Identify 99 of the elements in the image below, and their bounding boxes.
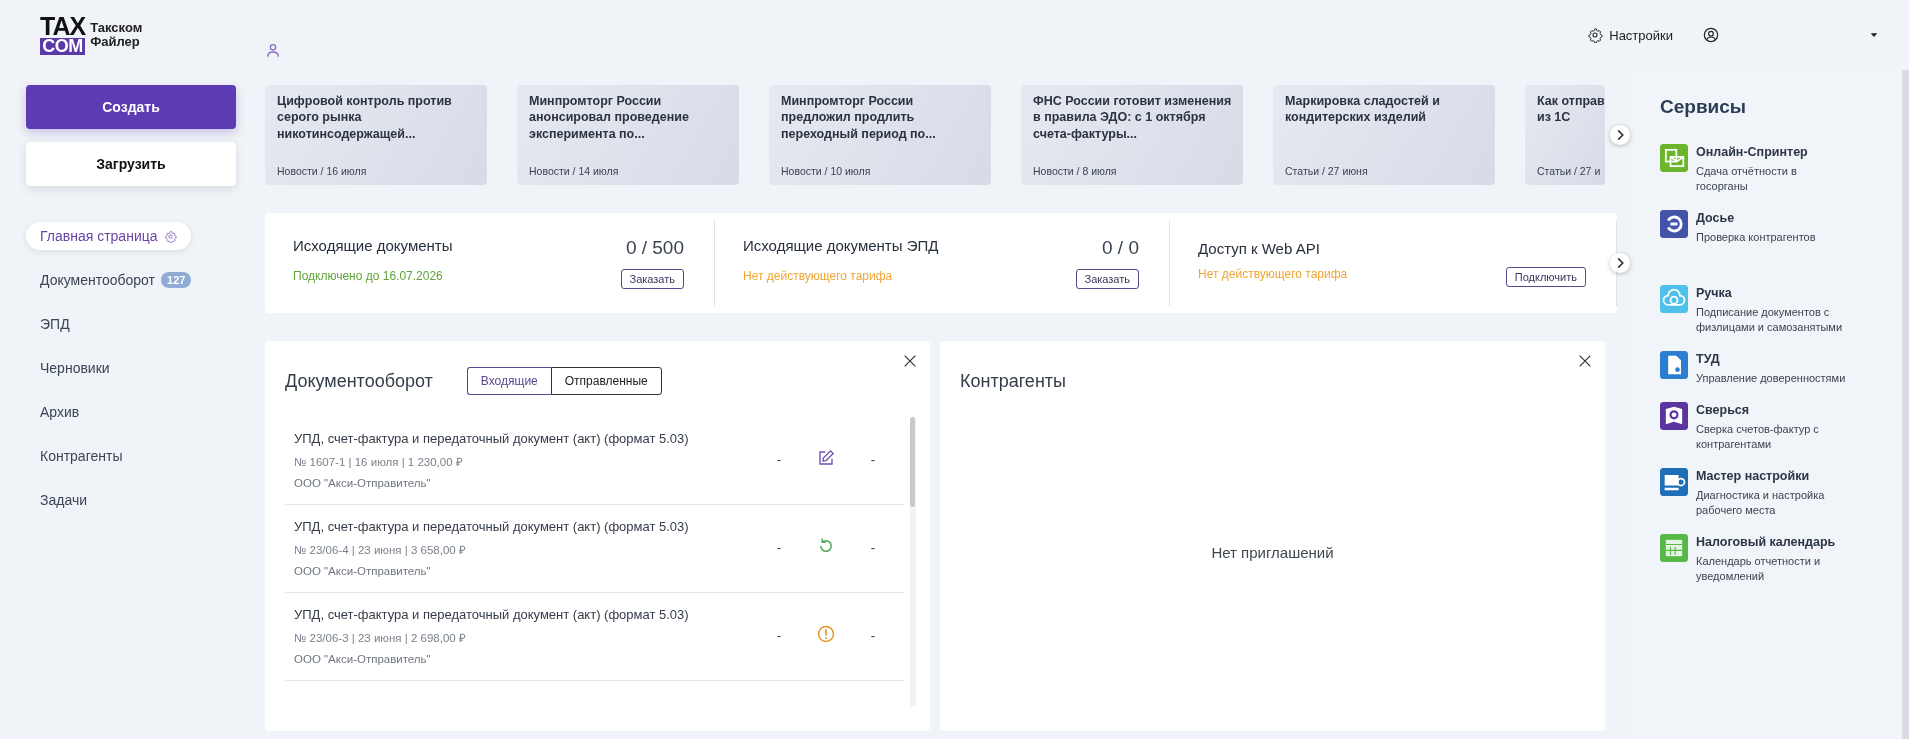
- empty-message: Нет приглашений: [1210, 543, 1335, 561]
- logo-mark: TAX COM: [40, 15, 86, 55]
- table-cell-text: -: [869, 540, 877, 555]
- news-card[interactable]: ФНС России готовит изменения в правила ЭДО: с 1 октября счета-фактуры... Новости / 8 июля: [1021, 85, 1243, 185]
- settings-icon: [1587, 27, 1604, 43]
- news-title: Минпромторг России предложил продлить переходный период по...: [781, 93, 937, 142]
- service-item[interactable]: Онлайн-Спринтер Сдача отчётности в госорганы: [1660, 144, 1882, 194]
- nav-item[interactable]: Черновики: [26, 354, 124, 382]
- close-icon[interactable]: [902, 353, 918, 369]
- product-name: Такском Файлер: [90, 20, 143, 50]
- table-cell-text: -: [775, 540, 783, 555]
- edit-icon[interactable]: [817, 449, 835, 467]
- service-name: Досье: [1696, 209, 1736, 227]
- news-title: ФНС России готовит изменения в правила ЭДО: с 1 октября счета-фактуры...: [1033, 93, 1233, 142]
- service-item[interactable]: ТУД Управление доверенностями: [1660, 350, 1882, 387]
- table-cell-text: -: [869, 628, 877, 643]
- news-title: Как отправ из 1С: [1537, 93, 1605, 126]
- news-meta: Новости / 16 июля: [277, 165, 368, 177]
- tariff-status: Нет действующего тарифа: [1198, 266, 1349, 283]
- count-badge: 127: [161, 272, 192, 288]
- document-title: УПД, счет-фактура и передаточный документ (акт) (формат 5.03): [294, 606, 690, 622]
- tariff-title: Исходящие документы: [293, 237, 454, 256]
- order-button[interactable]: Заказать: [620, 269, 684, 289]
- chevron-right-icon[interactable]: [1609, 124, 1631, 146]
- service-name: Онлайн-Спринтер: [1696, 144, 1809, 161]
- tab[interactable]: Отправленные: [550, 367, 662, 395]
- upload-button[interactable]: Загрузить: [26, 142, 236, 186]
- service-description: Проверка контрагентов: [1696, 230, 1817, 246]
- service-item[interactable]: Налоговый календарь Календарь отчетности и уведомлений: [1660, 533, 1882, 584]
- document-row[interactable]: УПД, счет-фактура и передаточный документ (акт) (формат 5.03) № 23/06-4 | 23 июня | 3 658,00 ₽ ООО "Акси-Отправитель" - -: [285, 505, 904, 593]
- order-button[interactable]: Подключить: [1505, 266, 1586, 287]
- caret-icon[interactable]: [1869, 30, 1879, 40]
- panel-title: Документооборот: [285, 370, 433, 392]
- panel-title: Контрагенты: [960, 371, 1066, 392]
- nav-item[interactable]: Задачи: [26, 486, 101, 514]
- nav-item[interactable]: Главная страница: [26, 222, 191, 250]
- section-title: Сервисы: [1660, 96, 1748, 118]
- document-sender: ООО "Акси-Отправитель": [294, 564, 432, 577]
- document-title: УПД, счет-фактура и передаточный документ (акт) (формат 5.03): [294, 518, 690, 534]
- nav-item[interactable]: ЭПД: [26, 310, 84, 338]
- document-sender: ООО "Акси-Отправитель": [294, 476, 432, 489]
- news-meta: Новости / 14 июля: [529, 165, 620, 177]
- settings-link[interactable]: Настройки: [1587, 27, 1673, 43]
- service-name: Сверься: [1696, 402, 1751, 419]
- news-meta: Новости / 10 июля: [781, 165, 872, 177]
- service-description: Календарь отчетности и уведомлений: [1696, 554, 1822, 584]
- table-cell-text: -: [869, 452, 877, 467]
- news-title: Маркировка сладостей и кондитерских изделий: [1285, 93, 1441, 126]
- usage-counter: 0 / 0: [1102, 237, 1139, 259]
- service-item[interactable]: Сверься Сверка счетов-фактур с контрагентами: [1660, 402, 1882, 452]
- nav-item[interactable]: Документооборот 127: [26, 266, 206, 294]
- service-name: Мастер настройки: [1696, 468, 1811, 485]
- news-meta: Статьи / 27 июня: [1285, 165, 1369, 177]
- service-description: Диагностика и настройка рабочего места: [1696, 488, 1826, 518]
- document-row[interactable]: УПД, счет-фактура и передаточный документ (акт) (формат 5.03) № 1607-1 | 16 июля | 1 230,00 ₽ ООО "Акси-Отправитель" - -: [285, 417, 904, 505]
- news-meta: Новости / 8 июля: [1033, 165, 1118, 177]
- document-details: № 23/06-4 | 23 июня | 3 658,00 ₽: [294, 542, 467, 557]
- news-card[interactable]: Минпромторг России анонсировал проведение эксперимента по... Новости / 14 июля: [517, 85, 739, 185]
- settings-icon: [163, 229, 177, 243]
- user-icon[interactable]: [1703, 27, 1719, 43]
- table-cell-text: -: [775, 452, 783, 467]
- service-name: Ручка: [1696, 285, 1733, 302]
- tab[interactable]: Входящие: [466, 367, 551, 395]
- service-item[interactable]: Досье Проверка контрагентов: [1660, 209, 1882, 246]
- news-card[interactable]: Маркировка сладостей и кондитерских изделий Статьи / 27 июня: [1273, 85, 1495, 185]
- document-sender: ООО "Акси-Отправитель": [294, 652, 432, 665]
- document-details: № 1607-1 | 16 июля | 1 230,00 ₽: [294, 454, 464, 469]
- news-card[interactable]: Цифровой контроль против серого рынка никотинсодержащей... Новости / 16 июля: [265, 85, 487, 185]
- tariff-title: Доступ к Web API: [1198, 239, 1321, 257]
- tariff-title: Исходящие документы ЭПД: [743, 237, 940, 256]
- warning-icon: [817, 625, 835, 643]
- news-card[interactable]: Минпромторг России предложил продлить переходный период по... Новости / 10 июля: [769, 85, 991, 185]
- person-icon: [265, 42, 281, 58]
- refresh-icon: [817, 537, 835, 555]
- service-description: Управление доверенностями: [1696, 371, 1846, 387]
- nav-item[interactable]: Контрагенты: [26, 442, 137, 470]
- tariff-status: Нет действующего тарифа: [743, 269, 894, 285]
- nav-item[interactable]: Архив: [26, 398, 94, 426]
- news-title: Цифровой контроль против серого рынка никотинсодержащей...: [277, 93, 453, 142]
- table-cell-text: -: [775, 628, 783, 643]
- news-title: Минпромторг России анонсировал проведение эксперимента по...: [529, 93, 690, 142]
- service-name: ТУД: [1696, 350, 1721, 368]
- news-meta: Статьи / 27 и: [1537, 165, 1602, 177]
- scrollbar-thumb[interactable]: [910, 417, 915, 507]
- close-icon[interactable]: [1577, 353, 1593, 369]
- service-name: Налоговый календарь: [1696, 533, 1837, 551]
- service-description: Сверка счетов-фактур с контрагентами: [1696, 422, 1820, 452]
- create-button[interactable]: Создать: [26, 85, 236, 129]
- service-item[interactable]: Ручка Подписание документов с физлицами и самозанятыми: [1660, 285, 1882, 335]
- service-description: Подписание документов с физлицами и самозанятыми: [1696, 305, 1844, 335]
- tariff-status: Подключено до 16.07.2026: [293, 269, 444, 285]
- order-button[interactable]: Заказать: [1075, 269, 1139, 289]
- document-details: № 23/06-3 | 23 июня | 2 698,00 ₽: [294, 630, 467, 645]
- service-description: Сдача отчётности в госорганы: [1696, 164, 1798, 194]
- news-card[interactable]: Как отправ из 1С Статьи / 27 и: [1525, 85, 1605, 185]
- document-title: УПД, счет-фактура и передаточный документ (акт) (формат 5.03): [294, 430, 690, 446]
- usage-counter: 0 / 500: [625, 237, 684, 259]
- service-item[interactable]: Мастер настройки Диагностика и настройка рабочего места: [1660, 468, 1882, 518]
- document-row[interactable]: УПД, счет-фактура и передаточный документ (акт) (формат 5.03) № 23/06-3 | 23 июня | 2 698,00 ₽ ООО "Акси-Отправитель" - -: [285, 593, 904, 681]
